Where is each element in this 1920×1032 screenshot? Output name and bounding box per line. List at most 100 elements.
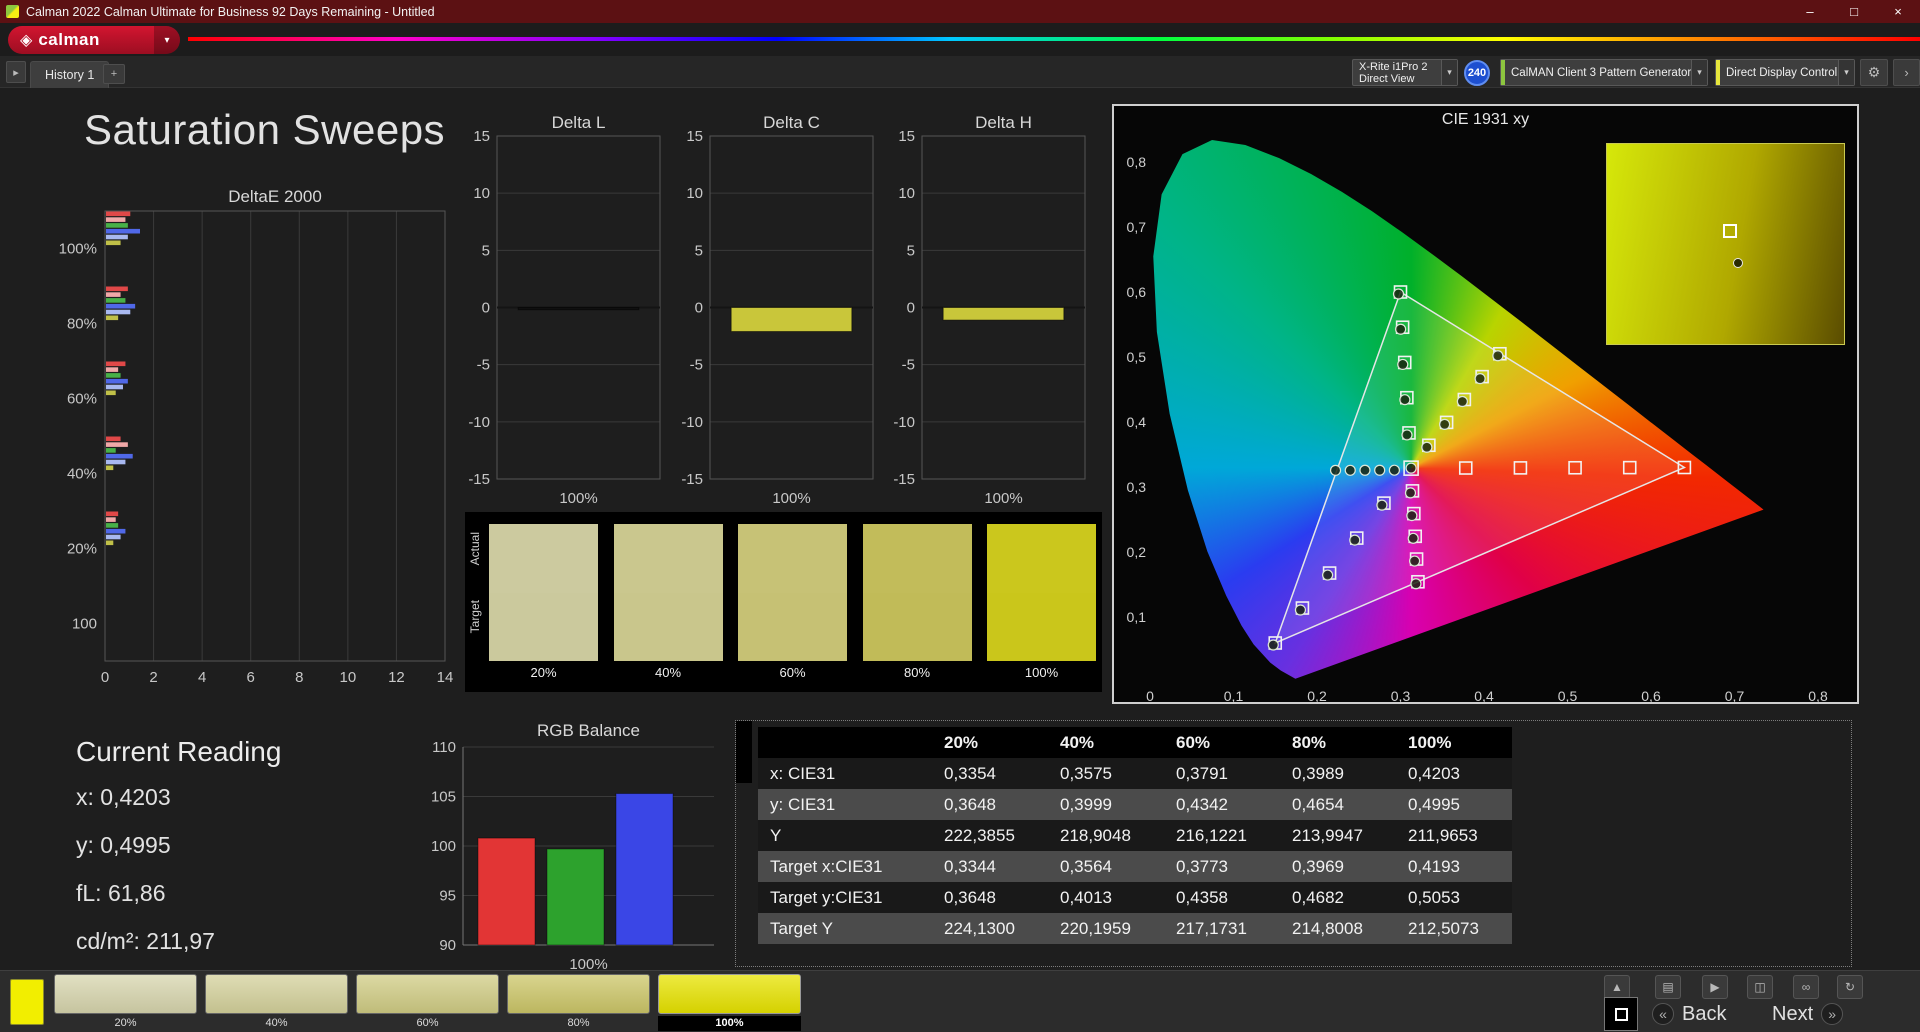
cie-measured-yellow: [1439, 418, 1451, 430]
chevron-down-icon[interactable]: ▾: [1691, 60, 1707, 85]
meter-dropdown[interactable]: X-Rite i1Pro 2 Direct View ▾: [1352, 59, 1458, 86]
more-options-button[interactable]: ›: [1893, 59, 1920, 86]
cie-x-tick: 0,5: [1557, 688, 1578, 704]
rgb-bar-green: [546, 848, 605, 946]
cie-y-tick: 0,6: [1126, 284, 1146, 300]
play-button[interactable]: ▶: [1702, 975, 1728, 999]
add-tab-button[interactable]: +: [103, 64, 125, 84]
svg-text:100%: 100%: [984, 490, 1022, 507]
minimize-button[interactable]: –: [1788, 0, 1832, 23]
target-swatch: [489, 593, 598, 661]
pattern-swatch-button[interactable]: 80%: [507, 974, 650, 1030]
svg-text:5: 5: [695, 242, 703, 259]
deltae-bar: [106, 240, 121, 246]
table-header-cell: 100%: [1408, 732, 1452, 752]
table-header-cell: 20%: [944, 732, 979, 752]
svg-text:RGB Balance: RGB Balance: [537, 722, 640, 740]
svg-text:Delta H: Delta H: [975, 114, 1032, 132]
deltae-bar: [106, 303, 136, 309]
delta-bar: [517, 307, 640, 311]
deltae-bar: [106, 384, 123, 390]
chevron-down-icon[interactable]: ▾: [154, 26, 180, 54]
cie-measured-cyan: [1388, 464, 1400, 476]
display-control-dropdown[interactable]: Direct Display Control ▾: [1715, 59, 1855, 86]
table-cell: 0,4013: [1060, 887, 1112, 907]
close-button[interactable]: ×: [1876, 0, 1920, 23]
actual-swatch: [489, 524, 598, 593]
maximize-button[interactable]: □: [1832, 0, 1876, 23]
table-cell: 213,9947: [1292, 825, 1363, 845]
pattern-swatch: [54, 974, 197, 1014]
cie-x-tick: 0,6: [1641, 688, 1661, 704]
pattern-swatch: [356, 974, 499, 1014]
delta-c-chart: Delta C 15 10 5 0 -5 -10 -15 100%: [666, 113, 881, 514]
next-label: Next: [1772, 1002, 1814, 1025]
svg-text:Delta L: Delta L: [552, 114, 606, 132]
cie-x-tick: 0: [1146, 688, 1154, 704]
swatch-column-label: 20%: [530, 665, 557, 680]
cie-measured-cyan: [1359, 464, 1371, 476]
table-header-cell: [758, 727, 932, 758]
chevron-down-icon[interactable]: ▾: [1838, 60, 1854, 85]
svg-text:0: 0: [482, 300, 490, 317]
pattern-swatch: [658, 974, 801, 1014]
tab-history-1[interactable]: History 1: [30, 61, 110, 88]
table-cell: 0,4654: [1292, 794, 1344, 814]
dock-button[interactable]: ◫: [1747, 975, 1773, 999]
deltae-bar: [106, 315, 119, 321]
svg-text:-15: -15: [893, 471, 915, 488]
refresh-button[interactable]: ↻: [1837, 975, 1863, 999]
svg-text:100%: 100%: [59, 241, 97, 258]
cie-y-tick: 0,7: [1126, 219, 1146, 235]
scroll-up-button[interactable]: ▲: [1604, 975, 1630, 999]
cie-measured-cyan: [1344, 464, 1356, 476]
cie-y-tick: 0,8: [1126, 154, 1146, 170]
settings-button[interactable]: ⚙: [1860, 59, 1888, 86]
rgb-bar-red: [477, 837, 536, 946]
pattern-swatch-button[interactable]: 100%: [658, 974, 801, 1031]
table-cell: 0,3969: [1292, 856, 1344, 876]
back-button[interactable]: « Back: [1652, 999, 1726, 1029]
pattern-window-button[interactable]: [1604, 997, 1638, 1031]
chevron-down-icon[interactable]: ▾: [1441, 60, 1457, 85]
pattern-swatch-button[interactable]: 60%: [356, 974, 499, 1030]
svg-text:5: 5: [482, 242, 490, 259]
table-cell: 0,4203: [1408, 763, 1460, 783]
current-reading-title: Current Reading: [76, 736, 282, 767]
calman-menu-button[interactable]: ◈ calman ▾: [8, 26, 180, 54]
table-cell: 222,3855: [944, 825, 1015, 845]
deltae-bar: [106, 223, 128, 228]
logo-row: ◈ calman ▾: [0, 23, 1920, 56]
pattern-generator-dropdown[interactable]: CalMAN Client 3 Pattern Generator ▾: [1500, 59, 1708, 86]
deltae-bar: [106, 373, 121, 378]
pattern-swatch-button[interactable]: 40%: [205, 974, 348, 1030]
svg-text:12: 12: [388, 669, 405, 686]
pattern-swatch-button[interactable]: 20%: [54, 974, 197, 1030]
svg-text:0: 0: [907, 300, 915, 317]
delete-button[interactable]: ▤: [1655, 975, 1681, 999]
actual-swatch: [862, 524, 972, 593]
svg-text:15: 15: [473, 128, 490, 145]
cie-x-tick: 0,8: [1808, 688, 1828, 704]
bottom-bar: 20% 40% 60% 80% 100% ▲ ▤ ▶ ◫ ∞ ↻ « Back Next »: [0, 970, 1920, 1032]
current-reading-line: fL: 61,86: [76, 880, 166, 906]
table-drag-handle[interactable]: [736, 721, 752, 783]
link-button[interactable]: ∞: [1793, 975, 1819, 999]
table-cell: 0,4682: [1292, 887, 1344, 907]
current-reading-line: x: 0,4203: [76, 784, 171, 810]
pattern-swatch-label: 20%: [114, 1017, 137, 1029]
panel-expand-button[interactable]: ▸: [6, 61, 26, 83]
swatch-column-label: 100%: [1024, 665, 1059, 680]
table-cell: 216,1221: [1176, 825, 1247, 845]
table-cell: 0,4358: [1176, 887, 1228, 907]
table-row-label: Y: [770, 825, 782, 845]
deltae-bar: [106, 361, 126, 367]
table-header-cell: 80%: [1292, 732, 1327, 752]
actual-target-swatch-panel: Actual Target 20% 40% 60% 80% 100%: [465, 512, 1102, 692]
svg-text:Delta C: Delta C: [763, 114, 820, 132]
display-control-label: Direct Display Control: [1726, 66, 1838, 79]
svg-text:15: 15: [898, 128, 915, 145]
next-button[interactable]: Next »: [1772, 999, 1844, 1029]
delta-bar: [942, 307, 1065, 321]
svg-text:2: 2: [149, 669, 157, 686]
